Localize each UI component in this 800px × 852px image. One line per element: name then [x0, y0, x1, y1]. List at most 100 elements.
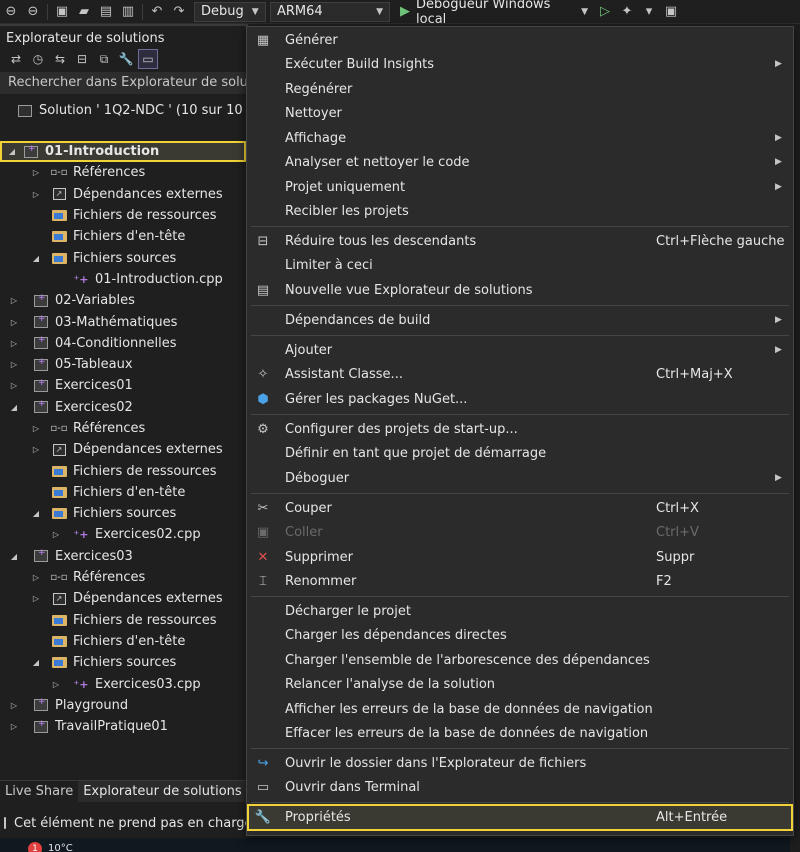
tree-item-project[interactable]: ▷ 03-Mathématiques [0, 311, 248, 332]
tree-item-01-introduction[interactable]: ◢ 01-Introduction [0, 141, 246, 163]
menu-item-rename[interactable]: ⌶ Renommer F2 [247, 569, 793, 594]
menu-item-load-direct-deps[interactable]: Charger les dépendances directes [247, 623, 793, 648]
menu-item-class-wizard[interactable]: ✧ Assistant Classe... Ctrl+Maj+X [247, 362, 793, 387]
notification-badge[interactable]: 1 [28, 842, 42, 852]
menu-item-debug[interactable]: Déboguer ▶ [247, 466, 793, 491]
collapsed-arrow-icon[interactable]: ▷ [30, 445, 42, 454]
collapsed-arrow-icon[interactable]: ▷ [8, 722, 20, 731]
weather-temperature[interactable]: 10°C [48, 843, 73, 852]
menu-item-collapse-all[interactable]: ⊟ Réduire tous les descendants Ctrl+Flèche… [247, 229, 793, 254]
tree-item-project[interactable]: ▷ TravailPratique01 [0, 716, 248, 737]
menu-item-clean[interactable]: Nettoyer [247, 101, 793, 126]
save-icon[interactable]: ▤ [95, 1, 117, 23]
tree-item-headers[interactable]: Fichiers d'en-tête [0, 482, 248, 503]
menu-item-rescan[interactable]: Relancer l'analyse de la solution [247, 672, 793, 697]
tree-item-resources[interactable]: Fichiers de ressources [0, 205, 248, 226]
back-icon[interactable]: ⊖ [0, 1, 22, 23]
collapsed-arrow-icon[interactable]: ▷ [30, 573, 42, 582]
tree-item-headers[interactable]: Fichiers d'en-tête [0, 631, 248, 652]
collapsed-arrow-icon[interactable]: ▷ [8, 701, 20, 710]
tab-live-share[interactable]: Live Share [0, 781, 78, 802]
tree-item-project[interactable]: ▷ 05-Tableaux [0, 354, 248, 375]
undo-icon[interactable]: ↶ [146, 1, 168, 23]
tree-item-sources[interactable]: ◢ Fichiers sources [0, 652, 248, 673]
sync-icon[interactable]: ⇆ [50, 49, 70, 69]
menu-item-project-only[interactable]: Projet uniquement ▶ [247, 175, 793, 200]
preview-icon[interactable]: ▭ [138, 49, 158, 69]
menu-item-build[interactable]: ▦ Générer [247, 28, 793, 53]
menu-item-build-insights[interactable]: Exécuter Build Insights ▶ [247, 52, 793, 77]
menu-item-add[interactable]: Ajouter ▶ [247, 338, 793, 363]
tree-item-references[interactable]: ▷ ▫-▫ Références [0, 418, 248, 439]
tree-item-sources[interactable]: ◢ Fichiers sources [0, 247, 248, 268]
menu-item-open-folder[interactable]: ↪ Ouvrir le dossier dans l'Explorateur de… [247, 751, 793, 776]
tree-item-resources[interactable]: Fichiers de ressources [0, 460, 248, 481]
tree-item-project[interactable]: ▷ 02-Variables [0, 290, 248, 311]
hot-reload-icon[interactable]: ✦ [616, 1, 638, 23]
tree-item-project[interactable]: ▷ Playground [0, 695, 248, 716]
collapsed-arrow-icon[interactable]: ▷ [50, 680, 62, 689]
configuration-dropdown[interactable]: Debug ▼ [194, 1, 266, 22]
search-input[interactable]: Rechercher dans Explorateur de solution [0, 72, 248, 94]
tree-item-external-deps[interactable]: ▷ ↗ Dépendances externes [0, 184, 248, 205]
expanded-arrow-icon[interactable]: ◢ [30, 658, 42, 667]
menu-item-unload[interactable]: Décharger le projet [247, 599, 793, 624]
platform-dropdown[interactable]: ARM64 ▼ [270, 1, 390, 22]
menu-item-retarget[interactable]: Recibler les projets [247, 199, 793, 224]
tab-solution-explorer[interactable]: Explorateur de solutions [78, 781, 247, 802]
menu-item-rebuild[interactable]: Regénérer [247, 77, 793, 102]
tree-item-cpp-file[interactable]: ▷ ⁺+ Exercices03.cpp [0, 673, 248, 694]
tree-item-project[interactable]: ▷ Exercices01 [0, 375, 248, 396]
menu-item-configure-startup[interactable]: ⚙ Configurer des projets de start-up... [247, 417, 793, 442]
tree-item-cpp-file[interactable]: ⁺+ 01-Introduction.cpp [0, 269, 248, 290]
tree-item-project[interactable]: ▷ 04-Conditionnelles [0, 333, 248, 354]
save-all-icon[interactable]: ▥ [117, 1, 139, 23]
show-all-files-icon[interactable]: ⧉ [94, 49, 114, 69]
menu-item-load-tree-deps[interactable]: Charger l'ensemble de l'arborescence des… [247, 648, 793, 673]
tree-item-cpp-file[interactable]: ▷ ⁺+ Exercices02.cpp [0, 524, 248, 545]
tree-item-external-deps[interactable]: ▷ ↗ Dépendances externes [0, 588, 248, 609]
redo-icon[interactable]: ↷ [168, 1, 190, 23]
new-project-icon[interactable]: ▣ [51, 1, 73, 23]
tree-item-project[interactable]: ◢ Exercices03 [0, 546, 248, 567]
expanded-arrow-icon[interactable]: ◢ [8, 403, 20, 412]
switch-views-icon[interactable]: ⇄ [6, 49, 26, 69]
collapsed-arrow-icon[interactable]: ▷ [30, 424, 42, 433]
collapsed-arrow-icon[interactable]: ▷ [8, 360, 20, 369]
start-without-debugging-icon[interactable]: ▷ [594, 1, 616, 23]
properties-wrench-icon[interactable]: 🔧 [116, 49, 136, 69]
menu-item-show-db-errors[interactable]: Afficher les erreurs de la base de donné… [247, 697, 793, 722]
collapsed-arrow-icon[interactable]: ▷ [30, 594, 42, 603]
tree-item-resources[interactable]: Fichiers de ressources [0, 610, 248, 631]
start-debugging-button[interactable]: ▶ Débogueur Windows local ▼ [394, 0, 594, 27]
menu-item-scope-to-this[interactable]: Limiter à ceci [247, 253, 793, 278]
tree-item-references[interactable]: ▷ ▫-▫ Références [0, 162, 248, 183]
menu-item-build-dependencies[interactable]: Dépendances de build ▶ [247, 308, 793, 333]
tree-item-sources[interactable]: ◢ Fichiers sources [0, 503, 248, 524]
tree-item-references[interactable]: ▷ ▫-▫ Références [0, 567, 248, 588]
menu-item-set-startup[interactable]: Définir en tant que projet de démarrage [247, 441, 793, 466]
misc-tool-icon[interactable]: ▣ [660, 1, 682, 23]
collapsed-arrow-icon[interactable]: ▷ [8, 296, 20, 305]
expanded-arrow-icon[interactable]: ◢ [30, 509, 42, 518]
collapsed-arrow-icon[interactable]: ▷ [30, 168, 42, 177]
tree-item-external-deps[interactable]: ▷ ↗ Dépendances externes [0, 439, 248, 460]
expanded-arrow-icon[interactable]: ◢ [8, 552, 20, 561]
collapsed-arrow-icon[interactable]: ▷ [50, 530, 62, 539]
menu-item-clear-db-errors[interactable]: Effacer les erreurs de la base de donnée… [247, 721, 793, 746]
menu-item-properties[interactable]: 🔧 Propriétés Alt+Entrée [247, 804, 793, 831]
menu-item-open-terminal[interactable]: ▭ Ouvrir dans Terminal [247, 775, 793, 800]
history-icon[interactable]: ◷ [28, 49, 48, 69]
menu-item-nuget[interactable]: ⬢ Gérer les packages NuGet... [247, 387, 793, 412]
menu-item-new-view[interactable]: ▤ Nouvelle vue Explorateur de solutions [247, 278, 793, 303]
toolbar-overflow-icon[interactable]: ▾ [638, 1, 660, 23]
collapsed-arrow-icon[interactable]: ▷ [30, 190, 42, 199]
collapsed-arrow-icon[interactable]: ▷ [8, 381, 20, 390]
tree-item-project[interactable]: ◢ Exercices02 [0, 397, 248, 418]
menu-item-cut[interactable]: ✂ Couper Ctrl+X [247, 496, 793, 521]
tree-item-headers[interactable]: Fichiers d'en-tête [0, 226, 248, 247]
collapsed-arrow-icon[interactable]: ▷ [8, 318, 20, 327]
expanded-arrow-icon[interactable]: ◢ [30, 254, 42, 263]
solution-node[interactable]: Solution ' 1Q2-NDC ' (10 sur 10 de [16, 100, 263, 121]
menu-item-delete[interactable]: ✕ Supprimer Suppr [247, 545, 793, 570]
